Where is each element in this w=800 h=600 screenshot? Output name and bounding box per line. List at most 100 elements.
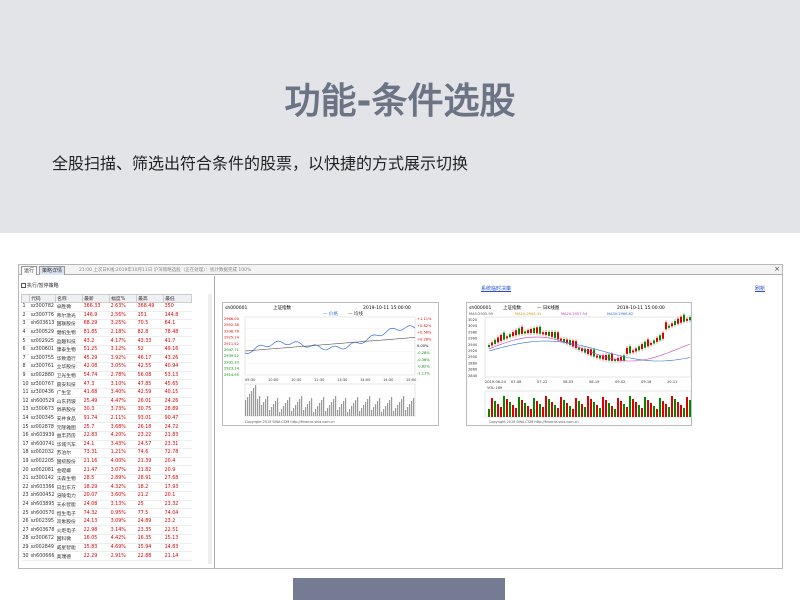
scrollbar[interactable] [208,294,212,564]
run-pause-checkbox[interactable]: 执行/暂停策略 [21,282,59,289]
volume-bar [399,402,401,416]
table-row[interactable]: 27 sh603678 火炬电子 22.98 3.14% 23.35 22.51 [21,525,192,536]
table-cell: sz300767 [29,379,56,389]
checkbox-icon[interactable] [21,283,26,288]
table-row[interactable]: 11 sz300436 广生堂 41.68 3.40% 42.59 40.15 [21,388,192,398]
left-tick: 2880 [468,361,478,365]
table-cell: 20.07 [82,491,110,501]
table-cell: 46.17 [136,354,164,364]
table-row[interactable]: 2 sz300776 帝尔激光 146.9 2.56% 151 144.8 [21,311,192,321]
volume-bar [632,399,634,417]
table-cell: 24.1 [82,440,110,450]
table-cell: 22.83 [82,431,110,441]
table-row[interactable]: 19 sz002205 国统股份 21.16 4.00% 21.39 20.4 [21,457,192,467]
table-row[interactable]: 29 sz002849 威星智能 15.83 4.69% 15.94 14.83 [21,543,192,553]
table-row[interactable]: 24 sh603895 天永智能 24.08 3.13% 25 23.32 [21,500,192,510]
table-row[interactable]: 4 sz300529 健帆生物 81.85 2.18% 82.8 78.48 [21,328,192,338]
volume-bar [343,401,345,416]
table-cell: 2.78% [109,371,137,381]
table-cell: 23.35 [136,525,164,536]
k-candle [530,329,532,334]
table-cell: 23.2 [163,517,192,527]
table-row[interactable]: 15 sz002878 元隆雅图 25.7 3.68% 26.18 24.72 [21,422,192,432]
table-cell: 64.1 [163,319,192,329]
table-row[interactable]: 28 sz300672 国科微 16.05 4.42% 16.35 15.13 [21,534,192,544]
table-row[interactable]: 21 sz300142 沃森生物 28.5 2.89% 28.91 27.68 [21,474,192,484]
table-row[interactable]: 6 sz300601 康泰生物 51.25 3.12% 52 49.16 [21,345,192,355]
volume-bar [650,403,652,417]
table-row[interactable]: 14 sz300345 安井食品 91.74 2.11% 93.01 90.47 [21,414,192,424]
k-candle [626,347,628,354]
tab-strategy-detail[interactable]: 策略详情 [39,266,66,275]
daily-k-chart[interactable]: sh000001 上证指数 — 日K线图 2019-10-11 15:00:00 MA5… [466,302,692,426]
column-header[interactable]: 幅度% [109,294,138,303]
table-cell: 91.74 [82,414,110,424]
table-row[interactable]: 9 sz002880 卫光生物 54.74 2.78% 56.08 53.13 [21,371,192,381]
volume-bar [521,400,523,417]
k-candle [596,355,598,358]
volume-bar [359,411,361,416]
table-cell: sz002032 [29,448,56,458]
table-row[interactable]: 23 sh600452 涪陵电力 20.07 3.60% 21.2 20.1 [21,491,192,501]
volume-bar [653,406,655,417]
table-cell: 21.16 [82,457,110,467]
table-row[interactable]: 5 sz002925 盈趣科技 43.2 4.17% 43.33 41.7 [21,336,192,346]
volume-bar [401,399,403,416]
table-cell: 6 [21,345,30,355]
column-header[interactable]: 最高 [136,294,165,303]
volume-bar [659,398,661,417]
table-cell: 18.2 [136,482,164,493]
table-cell: 22.51 [163,525,192,536]
table-row[interactable]: 30 sh600666 奥瑞德 22.29 2.91% 22.88 21.14 [21,551,192,561]
volume-bar [365,402,367,416]
table-row[interactable]: 18 sz002032 苏泊尔 73.31 1.21% 74.6 72.78 [21,448,192,458]
volume-bar [395,408,397,416]
table-row[interactable]: 25 sh600570 恒生电子 74.32 0.95% 77.5 74.04 [21,508,192,518]
table-cell: 146.9 [82,311,110,321]
column-header[interactable]: 名称 [55,294,84,303]
table-cell: 26.18 [136,422,164,432]
page-title: 功能-条件选股 [284,81,516,122]
column-header[interactable]: 最低 [163,294,193,303]
volume-bar [674,399,676,417]
column-header[interactable]: 代码 [29,294,57,303]
chart-code: sh000001 [225,305,248,311]
table-row[interactable]: 10 sz300767 震安科技 47.3 3.10% 47.85 45.65 [21,379,192,389]
table-row[interactable]: 17 sh600741 华域汽车 24.1 3.43% 24.57 23.31 [21,440,192,450]
table-cell: 华致酒行 [55,354,83,364]
app-window: 运行 策略详情 21:00 上次日K线:2019年10月11日 沪深策略选股（正… [18,264,783,569]
column-header[interactable] [20,294,31,303]
volume-bar [259,396,261,416]
table-row[interactable]: 3 sh603613 国联股份 68.29 3.25% 70.5 64.1 [21,319,192,329]
table-row[interactable]: 26 sz002395 双象股份 24.13 3.09% 24.89 23.2 [21,517,192,527]
volume-bar [295,405,297,416]
table-cell: 3.40% [109,388,137,398]
volume-bar [515,408,517,417]
intraday-chart[interactable]: sh000001 上证指数 2019-10-11 15:00:00 — 价格 — 均线 2… [222,302,439,426]
status-text: 21:00 上次日K线:2019年10月11日 沪深策略选股（正在处理）：统计数… [79,268,252,273]
table-cell: 1 [21,302,30,312]
column-header[interactable]: 最新 [82,294,111,303]
table-cell: 24.08 [82,500,110,510]
table-row[interactable]: 8 sz300761 立华股份 42.08 3.05% 42.55 40.94 [21,362,192,372]
table-row[interactable]: 13 sz300673 佩蒂股份 30.3 3.73% 30.75 28.89 [21,405,192,415]
table-row[interactable]: 16 sh603939 益丰药房 22.83 4.20% 23.22 21.83 [21,431,192,441]
refresh-link[interactable]: 刷新 [755,285,765,292]
table-cell: sz300673 [29,405,56,415]
close-icon[interactable]: × [774,265,780,274]
table-row[interactable]: 22 sh603366 日出东方 18.29 4.32% 18.2 17.93 [21,482,192,493]
tab-run[interactable]: 运行 [21,266,38,275]
k-candle [653,340,655,344]
table-row[interactable]: 12 sh600529 山东药玻 25.49 4.47% 26.01 24.26 [21,397,192,407]
k-candle [533,328,535,334]
chart-date: 2019-10-11 15:00:00 [617,305,665,311]
table-cell: 奥瑞德 [55,551,83,561]
date-tick: 07-22 [537,380,547,384]
table-row[interactable]: 1 sz300782 卓胜微 366.33 2.63% 368.49 350 [21,302,192,312]
system-decision-link[interactable]: 系统临时决策 [481,285,511,292]
table-row[interactable]: 20 sz002081 金螳螂 21.47 3.07% 21.82 20.9 [21,465,192,475]
table-cell: 81.85 [82,328,110,338]
table-row[interactable]: 7 sz300755 华致酒行 45.29 3.92% 46.17 43.26 [21,354,192,364]
right-tick: -0.82% [417,365,430,369]
volume-bar [524,403,526,417]
